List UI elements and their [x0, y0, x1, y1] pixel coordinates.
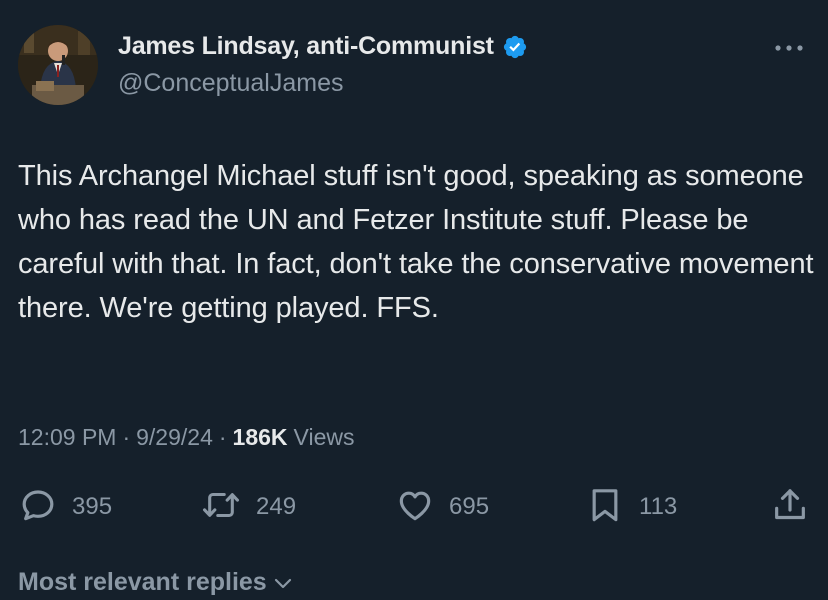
replies-sort-label: Most relevant replies — [18, 568, 267, 596]
retweet-icon — [200, 485, 242, 530]
avatar[interactable] — [18, 25, 98, 105]
reply-button[interactable]: 395 — [18, 484, 112, 530]
reply-count: 395 — [72, 493, 113, 520]
like-button[interactable]: 695 — [395, 484, 489, 530]
action-bar: 395 249 695 113 — [0, 484, 828, 530]
bookmark-count: 113 — [639, 493, 678, 520]
author-display-name[interactable]: James Lindsay, anti-Communist — [118, 32, 494, 61]
verified-badge-icon[interactable] — [502, 34, 528, 60]
author-name-row: James Lindsay, anti-Communist — [118, 32, 528, 61]
share-icon — [770, 485, 810, 530]
bookmark-icon — [585, 485, 625, 530]
replies-sort-dropdown[interactable]: Most relevant replies — [18, 568, 293, 597]
bookmark-button[interactable]: 113 — [585, 484, 677, 530]
retweet-button[interactable]: 249 — [200, 484, 296, 530]
tweet-meta: 12:09 PM · 9/29/24 · 186K Views — [18, 424, 354, 451]
views-label: Views — [293, 424, 355, 450]
tweet-date[interactable]: 9/29/24 — [136, 424, 213, 451]
heart-icon — [395, 485, 435, 530]
views-count[interactable]: 186K — [233, 424, 288, 451]
tweet-time[interactable]: 12:09 PM — [18, 424, 116, 451]
tweet-detail: James Lindsay, anti-Communist @Conceptua… — [0, 0, 828, 600]
meta-separator: · — [122, 424, 131, 450]
retweet-count: 249 — [256, 493, 297, 520]
chevron-down-icon — [273, 568, 293, 597]
more-options-icon[interactable] — [772, 34, 806, 62]
meta-separator: · — [218, 424, 227, 450]
author-handle[interactable]: @ConceptualJames — [118, 69, 344, 98]
like-count: 695 — [449, 493, 490, 520]
share-button[interactable] — [770, 484, 810, 530]
tweet-text: This Archangel Michael stuff isn't good,… — [18, 160, 814, 324]
reply-icon — [18, 485, 58, 530]
